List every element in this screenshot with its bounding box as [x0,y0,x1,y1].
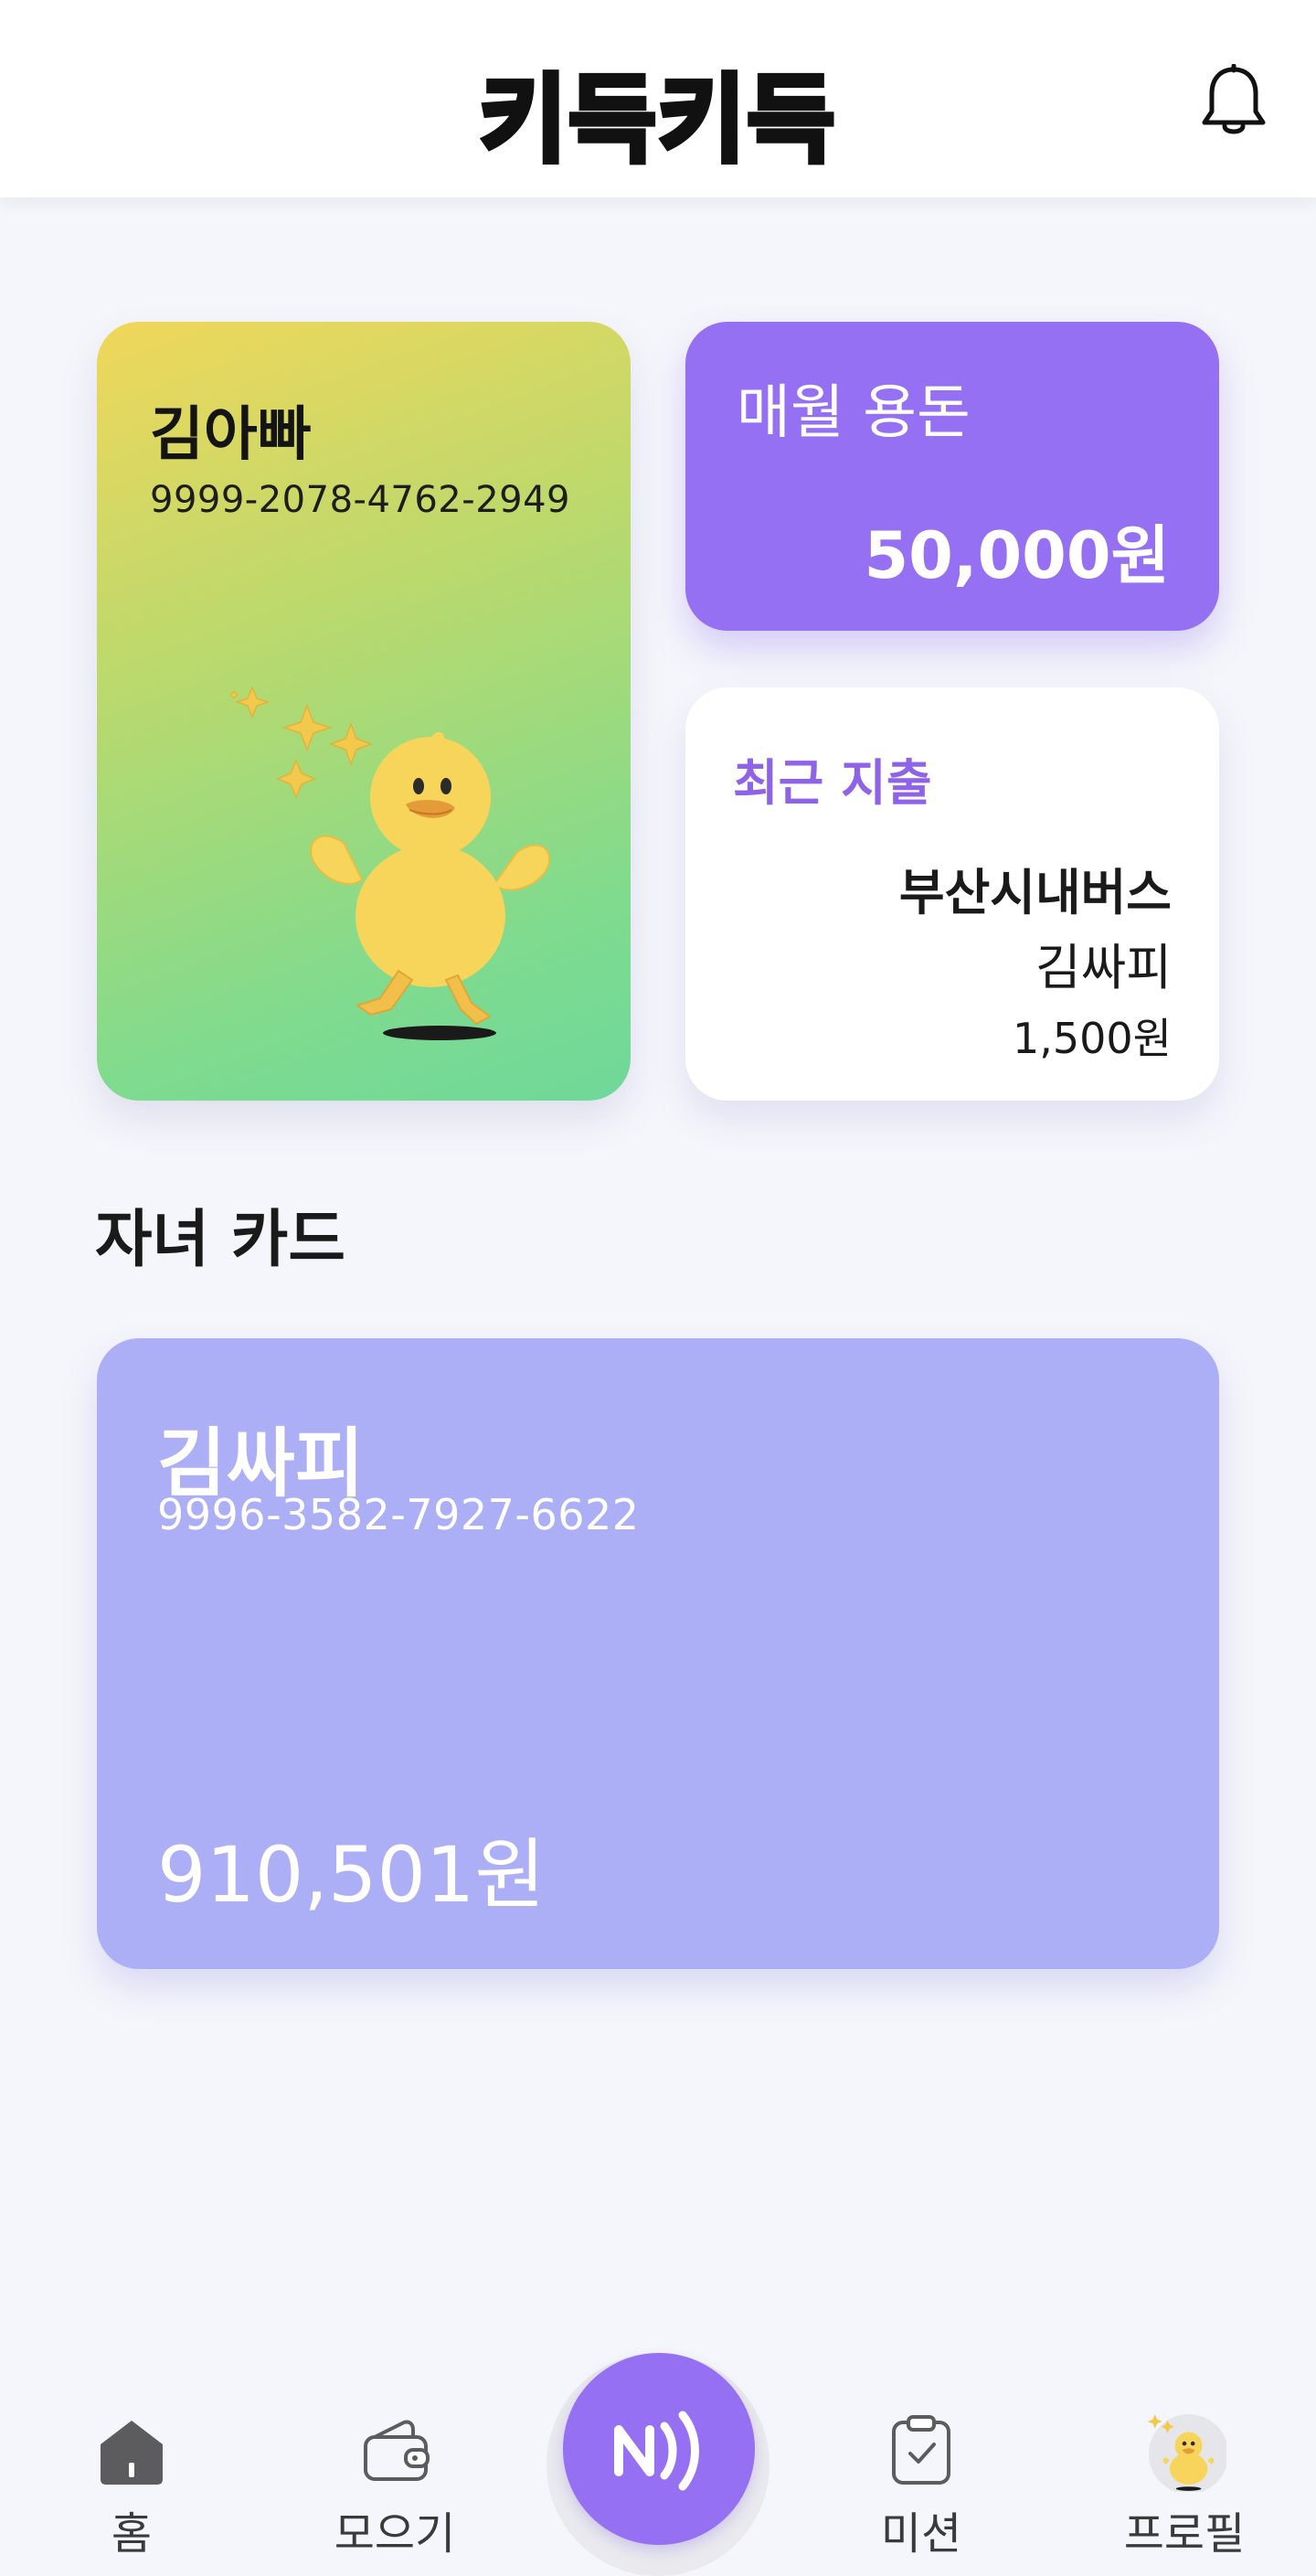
clipboard-check-icon [892,2415,950,2485]
nfc-icon [614,2411,699,2491]
allowance-card[interactable]: 매월 용돈 50,000원 [685,322,1219,631]
duck-illustration [230,686,551,1040]
home-icon [101,2421,163,2485]
app-logo: 키득키득 [477,61,838,178]
bell-icon[interactable] [1199,64,1268,141]
wallet-icon [364,2420,430,2481]
nav-label-mission: 미션 [880,2508,962,2560]
nav-item-profile[interactable]: 프로필 [1093,2413,1276,2569]
nfc-pay-button[interactable] [563,2353,755,2545]
allowance-label: 매월 용돈 [737,379,971,447]
nav-label-savings: 모으기 [334,2508,456,2560]
allowance-amount: 50,000원 [864,518,1170,593]
nav-item-savings[interactable]: 모으기 [303,2413,486,2569]
child-card-number: 9996-3582-7927-6622 [157,1490,640,1539]
app-header: 키득키득 [0,0,1316,197]
recent-spending-merchant: 부산시내버스 [898,864,1172,921]
duck-avatar-icon [1147,2413,1226,2492]
nav-item-mission[interactable]: 미션 [830,2413,1013,2569]
child-card-balance: 910,501원 [157,1830,546,1920]
recent-spending-card[interactable]: 최근 지출 부산시내버스 김싸피 1,500원 [685,687,1219,1101]
section-title-child-cards: 자녀 카드 [95,1204,345,1276]
nav-label-profile: 프로필 [1123,2508,1246,2560]
nav-label-home: 홈 [111,2508,153,2560]
parent-card-name: 김아빠 [150,401,312,469]
recent-spending-amount: 1,500원 [1012,1014,1172,1063]
parent-card-number: 9999-2078-4762-2949 [150,479,570,521]
recent-spending-label: 최근 지출 [733,754,932,812]
parent-card[interactable]: 김아빠 9999-2078-4762-2949 [97,322,631,1101]
recent-spending-user: 김싸피 [1035,939,1172,996]
child-card[interactable]: 김싸피 9996-3582-7927-6622 910,501원 [97,1338,1219,1969]
nav-item-home[interactable]: 홈 [40,2413,223,2569]
